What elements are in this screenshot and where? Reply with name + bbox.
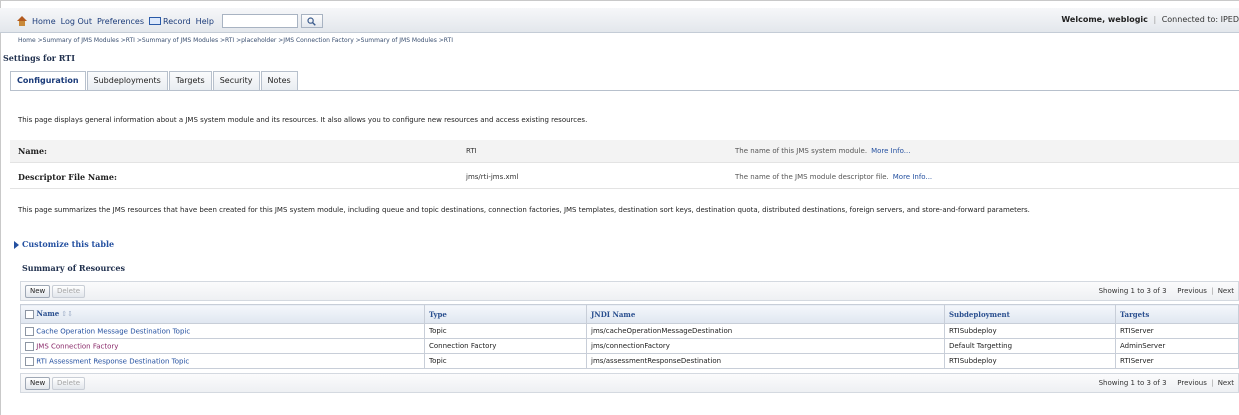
tab-configuration[interactable]: Configuration xyxy=(10,71,86,91)
search-input[interactable] xyxy=(221,14,298,28)
row-checkbox[interactable] xyxy=(25,326,34,336)
connected-to: Connected to: IPED xyxy=(1161,15,1239,24)
customize-table-link[interactable]: Customize this table xyxy=(14,239,114,249)
resource-link[interactable]: JMS Connection Factory xyxy=(36,342,118,350)
cell-name: RTI Assessment Response Destination Topi… xyxy=(20,353,425,369)
resources-table: Name ⇧⇩ Type JNDI Name Subdeployment Targ… xyxy=(20,304,1239,369)
property-label: Descriptor File Name: xyxy=(18,172,117,182)
cell-type: Topic xyxy=(424,353,587,369)
cell-jndi: jms/connectionFactory xyxy=(586,338,945,354)
property-hint: The name of this JMS system module. More … xyxy=(735,147,911,155)
property-label: Name: xyxy=(18,146,48,156)
delete-button[interactable]: Delete xyxy=(52,285,85,298)
select-all-checkbox[interactable] xyxy=(25,309,34,319)
intro-text: This page displays general information a… xyxy=(18,116,588,124)
help-link[interactable]: Help xyxy=(196,17,214,26)
cell-name: Cache Operation Message Destination Topi… xyxy=(20,323,425,339)
search-icon xyxy=(307,16,317,26)
cell-type: Connection Factory xyxy=(424,338,587,354)
record-link[interactable]: Record xyxy=(163,17,191,26)
cell-subdeployment: RTISubdeploy xyxy=(944,323,1116,339)
paging-status: Showing 1 to 3 of 3 xyxy=(1098,379,1167,387)
property-value: jms/rti-jms.xml xyxy=(466,173,519,181)
column-header-targets[interactable]: Targets xyxy=(1115,304,1239,324)
preferences-link[interactable]: Preferences xyxy=(97,17,144,26)
tab-notes[interactable]: Notes xyxy=(260,71,298,91)
next-link[interactable]: Next xyxy=(1218,287,1234,295)
next-link[interactable]: Next xyxy=(1218,379,1234,387)
pagination: Showing 1 to 3 of 3 Previous | Next xyxy=(1098,379,1234,387)
column-header-type[interactable]: Type xyxy=(424,304,587,324)
row-checkbox[interactable] xyxy=(25,356,34,366)
home-icon[interactable] xyxy=(16,15,28,27)
tab-bar: Configuration Subdeployments Targets Sec… xyxy=(10,71,299,91)
new-button[interactable]: New xyxy=(25,285,51,298)
sort-icon: ⇧⇩ xyxy=(61,309,73,319)
tab-security[interactable]: Security xyxy=(212,71,260,91)
resources-title: Summary of Resources xyxy=(22,263,125,273)
column-header-jndi[interactable]: JNDI Name xyxy=(586,304,945,324)
row-checkbox[interactable] xyxy=(25,341,34,351)
property-row-descriptor: Descriptor File Name: jms/rti-jms.xml Th… xyxy=(10,166,1239,189)
welcome-status: Welcome, weblogic | Connected to: IPED xyxy=(1061,15,1239,24)
property-row-name: Name: RTI The name of this JMS system mo… xyxy=(10,140,1239,163)
tab-divider xyxy=(10,90,1239,91)
summary-text: This page summarizes the JMS resources t… xyxy=(18,206,1030,214)
cell-jndi: jms/assessmentResponseDestination xyxy=(586,353,945,369)
property-hint: The name of the JMS module descriptor fi… xyxy=(735,173,933,181)
previous-link[interactable]: Previous xyxy=(1177,287,1207,295)
resource-link[interactable]: RTI Assessment Response Destination Topi… xyxy=(36,357,189,365)
table-row: Cache Operation Message Destination Topi… xyxy=(20,323,1239,339)
table-row: RTI Assessment Response Destination Topi… xyxy=(20,353,1239,369)
cell-type: Topic xyxy=(424,323,587,339)
cell-name: JMS Connection Factory xyxy=(20,338,425,354)
column-header-name[interactable]: Name ⇧⇩ xyxy=(20,304,425,324)
breadcrumb[interactable]: Home >Summary of JMS Modules >RTI >Summa… xyxy=(18,37,453,44)
tab-targets[interactable]: Targets xyxy=(168,71,212,91)
previous-link[interactable]: Previous xyxy=(1177,379,1207,387)
cell-targets: AdminServer xyxy=(1115,338,1239,354)
home-link[interactable]: Home xyxy=(32,17,56,26)
more-info-link[interactable]: More Info... xyxy=(871,147,910,155)
cell-subdeployment: Default Targetting xyxy=(944,338,1116,354)
resource-link[interactable]: Cache Operation Message Destination Topi… xyxy=(36,327,190,335)
welcome-user: Welcome, weblogic xyxy=(1061,15,1148,24)
paging-status: Showing 1 to 3 of 3 xyxy=(1098,287,1167,295)
tab-subdeployments[interactable]: Subdeployments xyxy=(86,71,168,91)
new-button[interactable]: New xyxy=(25,377,51,390)
cell-subdeployment: RTISubdeploy xyxy=(944,353,1116,369)
expand-icon xyxy=(14,241,19,249)
cell-targets: RTIServer xyxy=(1115,353,1239,369)
table-header-row: Name ⇧⇩ Type JNDI Name Subdeployment Targ… xyxy=(20,304,1239,324)
property-value: RTI xyxy=(466,147,477,155)
logout-link[interactable]: Log Out xyxy=(61,17,92,26)
top-bar: Home Log Out Preferences Record Help Wel… xyxy=(0,8,1239,33)
cell-targets: RTIServer xyxy=(1115,323,1239,339)
page-title: Settings for RTI xyxy=(3,53,75,63)
top-nav: Home Log Out Preferences Record Help xyxy=(16,14,323,28)
pagination: Showing 1 to 3 of 3 Previous | Next xyxy=(1098,287,1234,295)
search-button[interactable] xyxy=(300,14,323,28)
more-info-link[interactable]: More Info... xyxy=(893,173,932,181)
table-toolbar-top: New Delete Showing 1 to 3 of 3 Previous … xyxy=(20,281,1239,301)
column-header-subdeployment[interactable]: Subdeployment xyxy=(944,304,1116,324)
table-row: JMS Connection Factory Connection Factor… xyxy=(20,338,1239,354)
delete-button[interactable]: Delete xyxy=(52,377,85,390)
cell-jndi: jms/cacheOperationMessageDestination xyxy=(586,323,945,339)
table-toolbar-bottom: New Delete Showing 1 to 3 of 3 Previous … xyxy=(20,373,1239,393)
record-icon[interactable] xyxy=(149,17,162,25)
